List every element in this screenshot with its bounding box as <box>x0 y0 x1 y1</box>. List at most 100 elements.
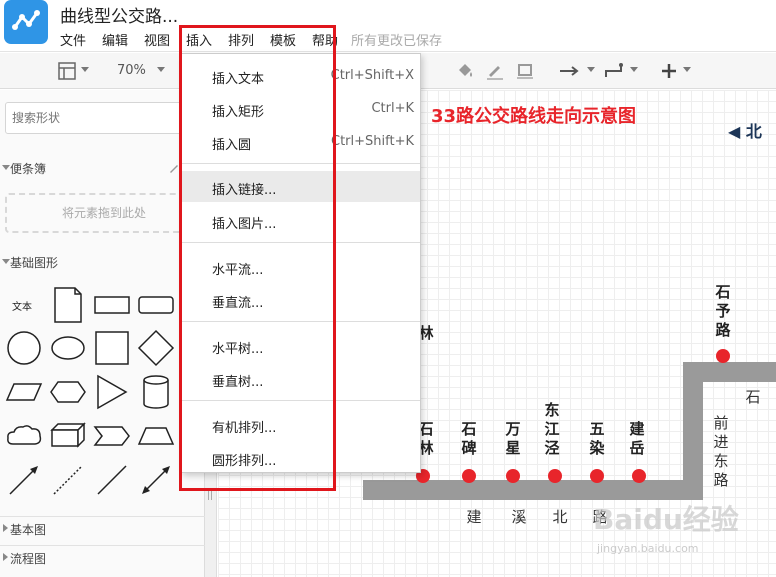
section-scratchpad-label: 便条簿 <box>10 162 47 176</box>
menu-item-label: 水平流... <box>212 263 264 278</box>
menu-item-label: 垂直流... <box>212 296 264 311</box>
text-shape-label: 文本 <box>12 302 32 313</box>
menu-item-label: 插入图片... <box>212 217 277 232</box>
stop-label[interactable]: 万星 <box>504 420 522 458</box>
line-shape[interactable] <box>92 460 132 500</box>
cylinder-shape[interactable] <box>136 372 176 412</box>
menu-arrange[interactable]: 排列 <box>228 30 254 49</box>
chevron-down-icon <box>2 259 10 264</box>
menu-item-label: 插入矩形 <box>212 105 265 120</box>
arrow-shape[interactable] <box>4 460 44 500</box>
menu-circle-layout[interactable]: 圆形排列... <box>182 444 420 472</box>
page-layout-icon[interactable] <box>58 62 76 80</box>
stop-dot <box>716 349 730 363</box>
scratchpad-dropzone[interactable]: 将元素拖到此处 <box>5 193 203 233</box>
stop-label[interactable]: 建岳 <box>628 420 646 458</box>
section-basic-diagrams-label: 基本图 <box>10 523 47 537</box>
chevron-right-icon <box>3 524 8 532</box>
pencil-icon[interactable] <box>168 162 180 174</box>
rectangle-shape[interactable] <box>92 285 132 325</box>
cloud-shape[interactable] <box>4 416 44 456</box>
menu-vertical-tree[interactable]: 垂直树... <box>182 365 420 393</box>
insert-menu-dropdown: 插入文本 Ctrl+Shift+X 插入矩形 Ctrl+K 插入圆 Ctrl+S… <box>181 53 421 473</box>
dashed-line-shape[interactable] <box>48 460 88 500</box>
road-label[interactable]: 石 <box>744 388 762 407</box>
hexagon-shape[interactable] <box>48 372 88 412</box>
road-label[interactable]: 溪 <box>510 508 528 527</box>
chevron-down-icon[interactable] <box>587 67 595 72</box>
stop-label[interactable]: 石碑 <box>460 420 478 458</box>
chevron-shape[interactable] <box>92 416 132 456</box>
trapezoid-shape[interactable] <box>136 416 176 456</box>
section-flowchart[interactable]: 流程图 <box>0 545 205 569</box>
menu-separator <box>182 242 420 243</box>
ellipse-shape[interactable] <box>48 328 88 368</box>
menu-item-label: 有机排列... <box>212 421 277 436</box>
app-logo[interactable] <box>4 0 48 44</box>
document-title[interactable]: 曲线型公交路... <box>60 2 178 27</box>
menu-horizontal-flow[interactable]: 水平流... <box>182 253 420 281</box>
chevron-down-icon[interactable] <box>630 67 638 72</box>
shape-search-input[interactable] <box>5 102 205 134</box>
menu-insert[interactable]: 插入 <box>186 30 212 49</box>
menu-separator <box>182 400 420 401</box>
road-label[interactable]: 前进东路 <box>712 414 730 490</box>
menu-organic-layout[interactable]: 有机排列... <box>182 411 420 439</box>
zoom-level[interactable]: 70% <box>117 63 146 78</box>
menu-edit[interactable]: 编辑 <box>102 30 128 49</box>
parallelogram-shape[interactable] <box>4 372 44 412</box>
rounded-rectangle-shape[interactable] <box>136 285 176 325</box>
menu-view[interactable]: 视图 <box>144 30 170 49</box>
stop-dot <box>590 469 604 483</box>
road-label[interactable]: 北 <box>551 508 569 527</box>
cube-shape[interactable] <box>48 416 88 456</box>
border-style-icon[interactable] <box>515 61 535 81</box>
menu-insert-link[interactable]: 插入链接... <box>182 171 420 202</box>
menu-item-shortcut: Ctrl+Shift+K <box>331 134 414 149</box>
section-basic-diagrams[interactable]: 基本图 <box>0 516 205 540</box>
menu-file[interactable]: 文件 <box>60 30 86 49</box>
menu-item-label: 插入圆 <box>212 138 252 153</box>
menu-template[interactable]: 模板 <box>270 30 296 49</box>
diamond-shape[interactable] <box>136 328 176 368</box>
document-shape[interactable] <box>48 285 88 325</box>
double-arrow-shape[interactable] <box>136 460 176 500</box>
menu-item-label: 圆形排列... <box>212 454 277 469</box>
stop-dot <box>632 469 646 483</box>
pen-icon[interactable] <box>485 61 505 81</box>
watermark-url: jingyan.baidu.com <box>597 542 699 555</box>
circle-shape[interactable] <box>4 328 44 368</box>
text-shape[interactable]: 文本 <box>4 285 44 325</box>
splitter-grip-icon <box>208 490 212 500</box>
road-label[interactable]: 建 <box>465 508 483 527</box>
section-flowchart-label: 流程图 <box>10 552 47 566</box>
square-shape[interactable] <box>92 328 132 368</box>
menu-vertical-flow[interactable]: 垂直流... <box>182 286 420 314</box>
menu-item-label: 垂直树... <box>212 375 264 390</box>
menu-help[interactable]: 帮助 <box>312 30 338 49</box>
triangle-shape[interactable] <box>92 372 132 412</box>
menu-separator <box>182 321 420 322</box>
stop-label[interactable]: 五染 <box>588 420 606 458</box>
chevron-down-icon[interactable] <box>683 67 691 72</box>
connector-icon[interactable] <box>603 61 625 81</box>
section-scratchpad[interactable]: 便条簿 <box>0 156 205 180</box>
north-indicator[interactable]: ◀ 北 <box>728 118 762 142</box>
menu-item-shortcut: Ctrl+Shift+X <box>330 68 414 83</box>
arrow-line-icon[interactable] <box>558 62 582 80</box>
plus-icon[interactable] <box>660 62 678 80</box>
menu-insert-text[interactable]: 插入文本 Ctrl+Shift+X <box>182 62 420 90</box>
chevron-down-icon[interactable] <box>157 67 165 72</box>
menu-insert-rectangle[interactable]: 插入矩形 Ctrl+K <box>182 95 420 123</box>
chevron-down-icon[interactable] <box>81 67 89 72</box>
stop-label[interactable]: 东江泾 <box>543 401 561 458</box>
menu-insert-image[interactable]: 插入图片... <box>182 207 420 235</box>
section-basic-shapes[interactable]: 基础图形 <box>0 250 205 274</box>
menu-horizontal-tree[interactable]: 水平树... <box>182 332 420 360</box>
menu-insert-circle[interactable]: 插入圆 Ctrl+Shift+K <box>182 128 420 156</box>
map-title[interactable]: 33路公交路线走向示意图 <box>431 102 636 128</box>
menu-separator <box>182 163 420 164</box>
stop-label[interactable]: 石予路 <box>714 283 732 340</box>
fill-bucket-icon[interactable] <box>455 61 475 81</box>
title-bar: 曲线型公交路... 文件 编辑 视图 插入 排列 模板 帮助 所有更改已保存 <box>0 0 776 52</box>
